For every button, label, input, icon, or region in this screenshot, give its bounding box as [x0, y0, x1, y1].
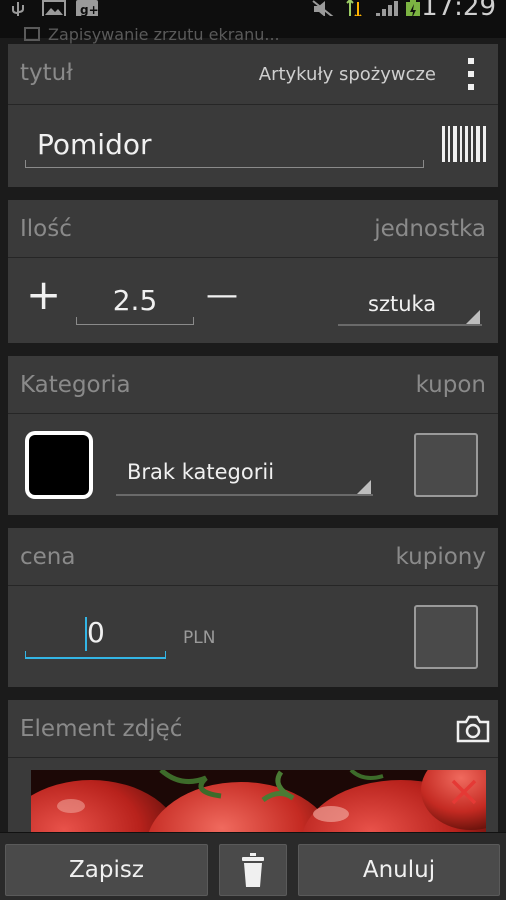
amount-field[interactable]: 2.5 [76, 280, 194, 328]
camera-icon[interactable] [456, 715, 490, 743]
price-label: cena [20, 544, 76, 570]
coupon-label: kupon [415, 372, 486, 398]
checkbox-outline-icon [24, 27, 40, 41]
name-value: Pomidor [37, 128, 152, 161]
svg-text:g+: g+ [80, 3, 98, 16]
status-time: 17:29 [421, 0, 496, 22]
list-category-value: Artykuły spożywcze [258, 64, 436, 85]
photo-image[interactable] [31, 770, 486, 840]
mute-icon [312, 0, 334, 16]
quantity-label: Ilość [20, 216, 72, 242]
amount-value: 2.5 [112, 284, 158, 317]
coupon-checkbox[interactable] [414, 433, 478, 497]
bought-checkbox[interactable] [414, 605, 478, 669]
barcode-icon[interactable] [442, 126, 488, 162]
signal-icon [376, 1, 398, 16]
status-bar: g+ 17:29 Zapisywanie zrzutu ekranu... [0, 0, 506, 44]
category-card: Kategoria kupon Brak kategorii [8, 356, 498, 515]
title-label: tytuł [20, 60, 73, 86]
price-value: 0 [87, 616, 105, 649]
price-field[interactable]: 0 [25, 612, 166, 662]
gallery-icon [42, 0, 66, 16]
save-button[interactable]: Zapisz [5, 844, 208, 896]
trash-button[interactable] [219, 844, 287, 896]
unit-value: sztuka [368, 292, 437, 316]
photo-card: Element zdjęć [8, 700, 498, 840]
data-icon [346, 0, 362, 16]
tomato-photo [31, 770, 486, 840]
gplus-icon: g+ [76, 0, 98, 16]
title-card: tytuł Artykuły spożywcze Pomidor [8, 44, 498, 187]
price-card: cena kupiony 0 PLN [8, 528, 498, 687]
unit-label: jednostka [374, 216, 486, 242]
category-color-swatch[interactable] [25, 431, 93, 499]
category-spinner[interactable]: Brak kategorii [116, 456, 373, 496]
currency-label: PLN [183, 628, 216, 648]
bottom-action-bar: Zapisz Anuluj [0, 832, 506, 900]
minus-button[interactable]: — [206, 278, 238, 310]
category-label: Kategoria [20, 372, 131, 398]
quantity-card: Ilość jednostka + 2.5 — sztuka [8, 200, 498, 343]
unit-spinner[interactable]: sztuka [338, 290, 482, 326]
plus-button[interactable]: + [26, 274, 61, 316]
name-field[interactable]: Pomidor [25, 122, 424, 170]
usb-icon [12, 2, 24, 16]
battery-icon [406, 0, 420, 16]
bought-label: kupiony [395, 544, 486, 570]
photo-label: Element zdjęć [20, 716, 183, 742]
cancel-button[interactable]: Anuluj [298, 844, 500, 896]
category-value: Brak kategorii [127, 460, 275, 484]
trash-icon [242, 853, 264, 887]
delete-icon[interactable] [450, 778, 478, 806]
notification-text: Zapisywanie zrzutu ekranu... [48, 25, 280, 44]
more-icon[interactable] [468, 58, 476, 90]
